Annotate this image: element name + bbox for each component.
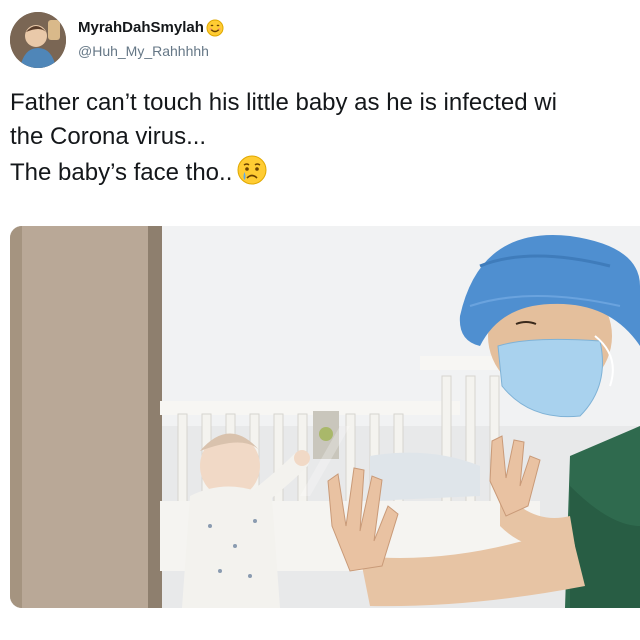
tweet-text-line: The baby’s face tho.. [10, 154, 640, 190]
avatar[interactable] [10, 12, 66, 68]
tweet-text-fragment: The baby’s face tho.. [10, 159, 233, 186]
avatar-image [10, 12, 66, 68]
tweet-media-photo[interactable] [10, 226, 640, 608]
tweet-card: MyrahDahSmylah @Huh_My_Rahhhhh Father ca… [0, 0, 640, 640]
tweet-text-line: the Corona virus... [10, 123, 207, 150]
crying-face-icon [236, 154, 268, 186]
tweet-text: Father can’t touch his little baby as he… [10, 86, 640, 190]
tweet-header: MyrahDahSmylah @Huh_My_Rahhhhh [78, 18, 224, 60]
display-name[interactable]: MyrahDahSmylah [78, 18, 204, 38]
user-handle[interactable]: @Huh_My_Rahhhhh [78, 42, 224, 60]
tweet-text-line: Father can’t touch his little baby as he… [10, 89, 557, 116]
photo-icon [10, 226, 640, 608]
smiling-face-icon [206, 19, 224, 37]
